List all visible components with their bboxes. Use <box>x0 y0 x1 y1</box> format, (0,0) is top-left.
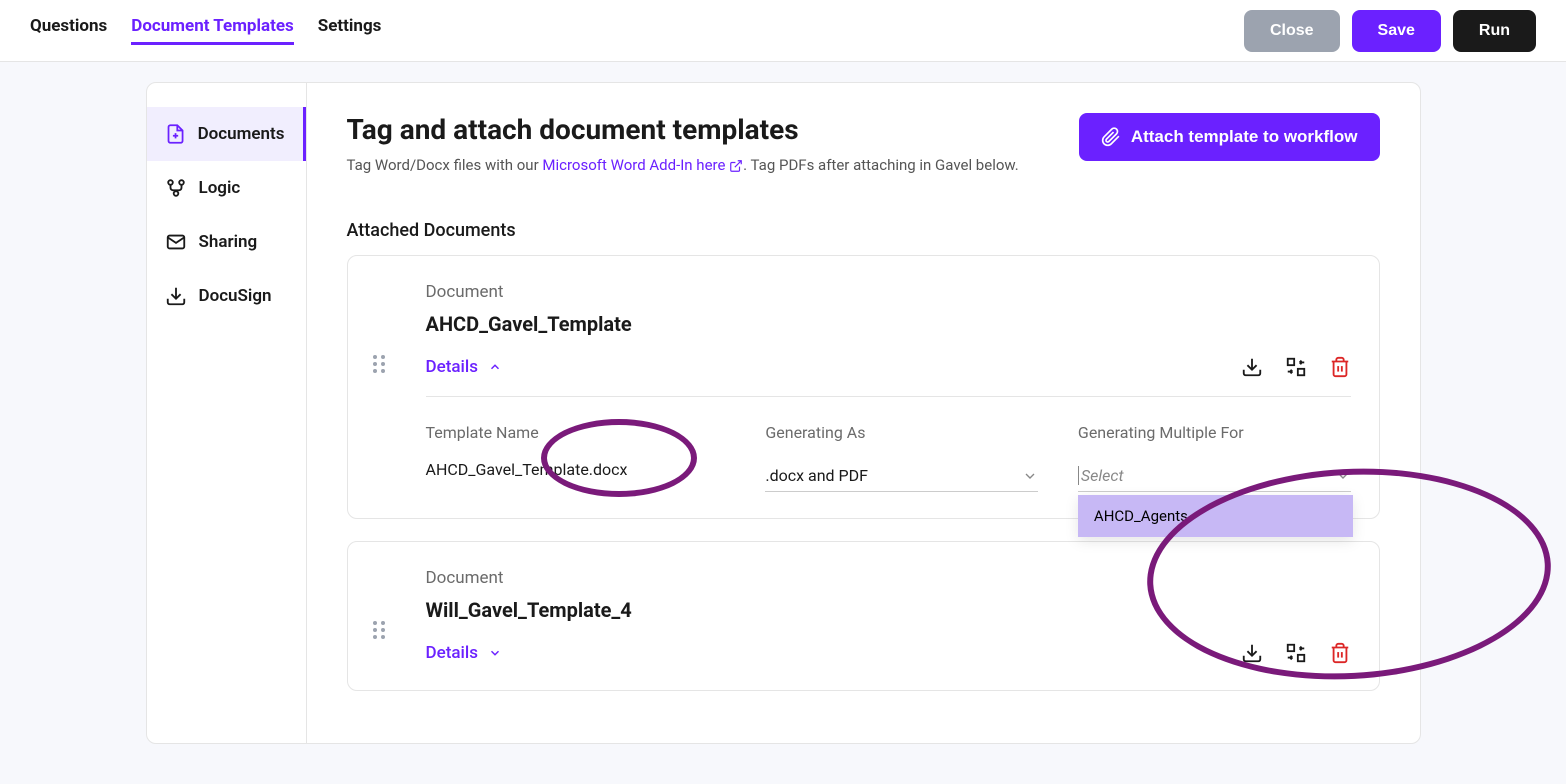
drag-handle-icon[interactable] <box>372 354 386 378</box>
sidenav-item-label: Logic <box>199 178 241 198</box>
sidenav-item-label: DocuSign <box>199 286 272 306</box>
save-button[interactable]: Save <box>1352 10 1441 52</box>
sidenav-item-label: Sharing <box>199 232 258 252</box>
drag-handle-icon[interactable] <box>372 620 386 644</box>
details-toggle[interactable]: Details <box>426 357 502 377</box>
sidenav-item-label: Documents <box>198 124 285 144</box>
run-button[interactable]: Run <box>1453 10 1536 52</box>
details-label: Details <box>426 643 478 663</box>
tab-settings[interactable]: Settings <box>318 16 382 45</box>
generating-as-select[interactable]: .docx and PDF <box>765 460 1038 492</box>
page-subtitle: Tag Word/Docx files with our Microsoft W… <box>347 156 1019 174</box>
chevron-down-icon <box>1022 468 1038 484</box>
page-title: Tag and attach document templates <box>347 113 1019 146</box>
sidenav-item-logic[interactable]: Logic <box>147 161 306 215</box>
mail-icon <box>165 231 187 253</box>
tab-questions[interactable]: Questions <box>30 16 107 45</box>
details-toggle[interactable]: Details <box>426 643 502 663</box>
attach-template-button[interactable]: Attach template to workflow <box>1079 113 1380 161</box>
chevron-up-icon <box>488 360 502 374</box>
word-addin-link[interactable]: Microsoft Word Add-In here <box>542 156 743 174</box>
generating-as-label: Generating As <box>765 423 1038 442</box>
chevron-down-icon <box>488 646 502 660</box>
template-name-value: AHCD_Gavel_Template.docx <box>426 460 726 479</box>
trash-icon[interactable] <box>1329 642 1351 664</box>
dropdown-option[interactable]: AHCD_Agents <box>1078 495 1353 537</box>
close-button[interactable]: Close <box>1244 10 1340 52</box>
download-action-icon[interactable] <box>1241 642 1263 664</box>
document-label: Document <box>426 568 1351 588</box>
attach-template-label: Attach template to workflow <box>1131 127 1358 147</box>
document-plus-icon <box>165 123 186 145</box>
chevron-down-icon <box>1335 468 1351 484</box>
subtitle-pre: Tag Word/Docx files with our <box>347 156 543 174</box>
sidenav: Documents Logic Sharing DocuSign <box>147 83 307 743</box>
document-card: Document Will_Gavel_Template_4 Details <box>347 541 1380 691</box>
document-card: Document AHCD_Gavel_Template Details <box>347 255 1380 519</box>
replace-action-icon[interactable] <box>1285 642 1307 664</box>
download-action-icon[interactable] <box>1241 356 1263 378</box>
generating-multiple-select[interactable]: Select <box>1078 460 1351 492</box>
select-placeholder: Select <box>1078 466 1124 485</box>
template-name-label: Template Name <box>426 423 726 442</box>
generating-as-value: .docx and PDF <box>765 466 868 485</box>
paperclip-icon <box>1101 127 1121 147</box>
generating-multiple-dropdown: AHCD_Agents <box>1078 495 1353 537</box>
attached-documents-label: Attached Documents <box>347 220 1380 241</box>
tab-document-templates[interactable]: Document Templates <box>131 16 294 45</box>
sidenav-item-sharing[interactable]: Sharing <box>147 215 306 269</box>
subtitle-post: . Tag PDFs after attaching in Gavel belo… <box>743 156 1019 174</box>
sidenav-item-documents[interactable]: Documents <box>147 107 306 161</box>
sidenav-item-docusign[interactable]: DocuSign <box>147 269 306 323</box>
document-label: Document <box>426 282 1351 302</box>
document-name: AHCD_Gavel_Template <box>426 312 1351 336</box>
replace-action-icon[interactable] <box>1285 356 1307 378</box>
external-link-icon <box>729 159 743 173</box>
logic-icon <box>165 177 187 199</box>
details-label: Details <box>426 357 478 377</box>
download-icon <box>165 285 187 307</box>
trash-icon[interactable] <box>1329 356 1351 378</box>
document-name: Will_Gavel_Template_4 <box>426 598 1351 622</box>
generating-multiple-label: Generating Multiple For <box>1078 423 1351 442</box>
